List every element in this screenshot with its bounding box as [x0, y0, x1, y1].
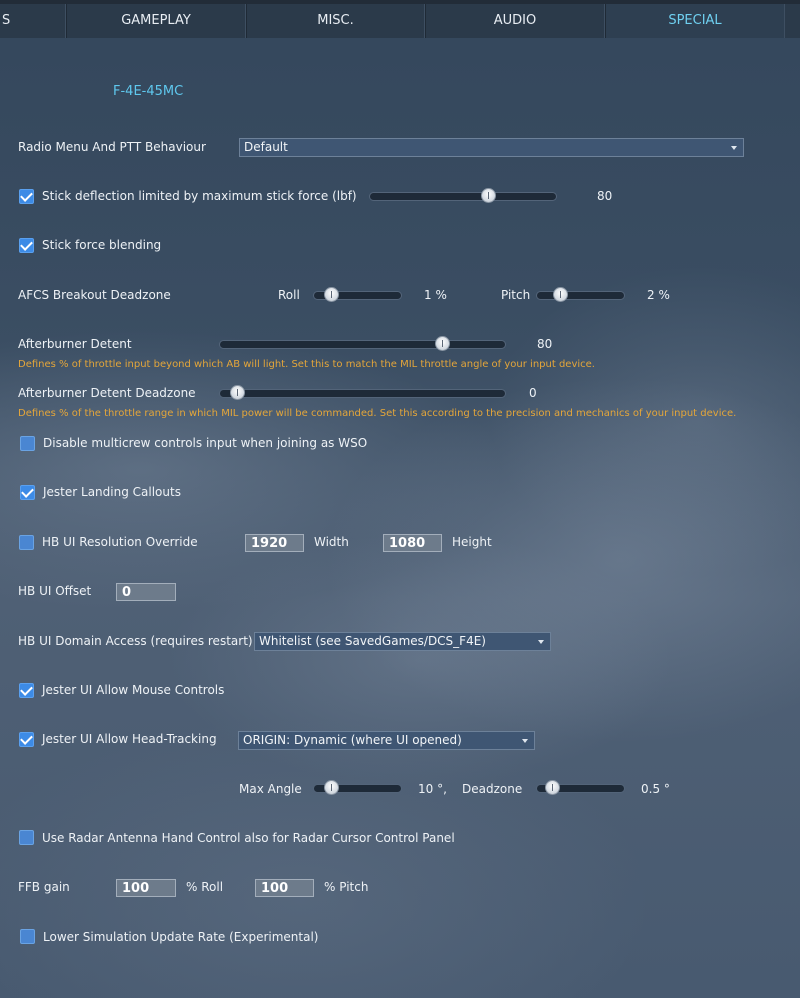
hb-resolution-checkbox[interactable]	[19, 535, 34, 550]
ab-deadzone-hint: Defines % of the throttle range in which…	[18, 408, 737, 419]
checkmark-icon	[20, 683, 33, 696]
tab-audio[interactable]: AUDIO	[425, 4, 605, 38]
tab-misc[interactable]: MISC.	[246, 4, 425, 38]
afcs-roll-slider[interactable]	[313, 287, 402, 302]
multicrew-checkbox[interactable]	[20, 436, 35, 451]
tab-gameplay[interactable]: GAMEPLAY	[66, 4, 246, 38]
jester-head-label: Jester UI Allow Head-Tracking	[42, 732, 217, 746]
ab-deadzone-slider[interactable]	[219, 385, 506, 400]
radio-menu-value: Default	[244, 140, 288, 154]
lower-sim-checkbox[interactable]	[20, 929, 35, 944]
max-angle-value: 10 °,	[418, 782, 447, 796]
afcs-label: AFCS Breakout Deadzone	[18, 288, 171, 302]
ffb-pitch-label: % Pitch	[324, 880, 369, 894]
checkmark-icon	[21, 485, 34, 498]
slider-knob[interactable]	[323, 780, 339, 795]
ab-detent-slider[interactable]	[219, 336, 506, 351]
hb-domain-dropdown[interactable]: Whitelist (see SavedGames/DCS_F4E)	[254, 632, 551, 651]
tab-controls[interactable]: S	[0, 4, 66, 38]
max-angle-slider[interactable]	[313, 780, 402, 795]
tab-bar: S GAMEPLAY MISC. AUDIO SPECIAL	[0, 0, 800, 38]
ab-detent-label: Afterburner Detent	[18, 337, 132, 351]
ab-detent-hint: Defines % of throttle input beyond which…	[18, 359, 595, 370]
deadzone-value: 0.5 °	[641, 782, 670, 796]
jester-callouts-checkbox[interactable]	[20, 485, 35, 500]
hb-offset-label: HB UI Offset	[18, 584, 92, 598]
afcs-pitch-value: 2 %	[647, 288, 670, 302]
afcs-pitch-label: Pitch	[501, 288, 531, 302]
slider-knob[interactable]	[480, 188, 496, 203]
max-angle-label: Max Angle	[239, 782, 302, 796]
afcs-pitch-slider[interactable]	[536, 287, 625, 302]
jester-head-dropdown[interactable]: ORIGIN: Dynamic (where UI opened)	[238, 731, 535, 750]
stick-deflection-checkbox[interactable]	[19, 189, 34, 204]
hb-domain-label: HB UI Domain Access (requires restart)	[18, 634, 253, 648]
stick-blending-label: Stick force blending	[42, 238, 162, 252]
deadzone-slider[interactable]	[536, 780, 625, 795]
ab-detent-value: 80	[537, 337, 553, 351]
hb-height-input[interactable]: 1080	[383, 534, 442, 552]
jester-callouts-label: Jester Landing Callouts	[43, 485, 181, 499]
ffb-roll-input[interactable]: 100	[116, 879, 176, 897]
lower-sim-label: Lower Simulation Update Rate (Experiment…	[43, 930, 319, 944]
slider-knob[interactable]	[230, 385, 245, 400]
slider-knob[interactable]	[545, 780, 561, 795]
hb-height-label: Height	[452, 535, 492, 549]
slider-knob[interactable]	[435, 336, 450, 351]
radio-menu-dropdown[interactable]: Default	[239, 138, 744, 157]
slider-knob[interactable]	[553, 287, 569, 302]
chevron-down-icon	[538, 640, 544, 644]
tab-special[interactable]: SPECIAL	[605, 4, 785, 38]
hb-width-label: Width	[314, 535, 349, 549]
jester-head-value: ORIGIN: Dynamic (where UI opened)	[243, 733, 462, 747]
hb-domain-value: Whitelist (see SavedGames/DCS_F4E)	[259, 634, 486, 648]
ab-deadzone-value: 0	[529, 386, 537, 400]
hb-offset-input[interactable]: 0	[116, 583, 176, 601]
stick-blending-checkbox[interactable]	[19, 238, 34, 253]
ffb-label: FFB gain	[18, 880, 70, 894]
jester-mouse-checkbox[interactable]	[19, 683, 34, 698]
stick-force-value: 80	[597, 189, 613, 203]
slider-knob[interactable]	[323, 287, 339, 302]
ffb-pitch-input[interactable]: 100	[255, 879, 314, 897]
stick-force-slider[interactable]	[369, 188, 557, 203]
deadzone-label: Deadzone	[462, 782, 523, 796]
afcs-roll-value: 1 %	[424, 288, 447, 302]
ab-deadzone-label: Afterburner Detent Deadzone	[18, 386, 196, 400]
afcs-roll-label: Roll	[278, 288, 300, 302]
radar-antenna-label: Use Radar Antenna Hand Control also for …	[42, 831, 455, 845]
jester-head-checkbox[interactable]	[19, 732, 34, 747]
hb-resolution-label: HB UI Resolution Override	[42, 535, 198, 549]
chevron-down-icon	[731, 146, 737, 150]
checkmark-icon	[20, 189, 33, 202]
jester-mouse-label: Jester UI Allow Mouse Controls	[42, 683, 225, 697]
hb-width-input[interactable]: 1920	[245, 534, 304, 552]
checkmark-icon	[20, 732, 33, 745]
chevron-down-icon	[522, 739, 528, 743]
checkmark-icon	[20, 238, 33, 251]
multicrew-label: Disable multicrew controls input when jo…	[43, 436, 368, 450]
stick-deflection-label: Stick deflection limited by maximum stic…	[42, 189, 357, 203]
radio-menu-label: Radio Menu And PTT Behaviour	[18, 140, 206, 154]
radar-antenna-checkbox[interactable]	[19, 830, 34, 845]
ffb-roll-label: % Roll	[186, 880, 224, 894]
aircraft-title: F-4E-45MC	[113, 84, 184, 99]
